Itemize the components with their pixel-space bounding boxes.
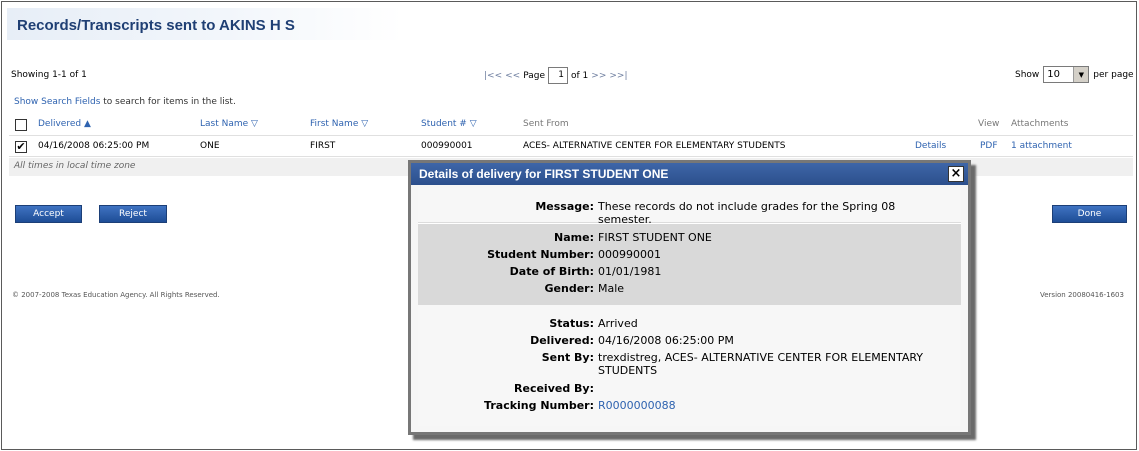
dialog-title: Details of delivery for FIRST STUDENT ON… bbox=[411, 163, 968, 185]
header-last-name[interactable]: Last Name ▽ bbox=[200, 119, 258, 129]
first-page-link[interactable]: |<< bbox=[484, 71, 502, 81]
message-value: These records do not include grades for … bbox=[598, 200, 896, 226]
page-title: Records/Transcripts sent to AKINS H S bbox=[17, 17, 295, 34]
timezone-note: All times in local time zone bbox=[14, 161, 136, 171]
student-number-label: Student Number: bbox=[487, 248, 594, 261]
per-page-label: per page bbox=[1093, 69, 1134, 80]
done-button[interactable]: Done bbox=[1052, 205, 1127, 223]
message-label: Message: bbox=[535, 200, 594, 213]
select-all-checkbox[interactable] bbox=[15, 119, 27, 131]
close-icon[interactable]: × bbox=[948, 166, 964, 182]
dob-row: Date of Birth: 01/01/1981 bbox=[418, 265, 961, 278]
showing-count: Showing 1-1 of 1 bbox=[11, 70, 87, 80]
delivered-label: Delivered: bbox=[530, 334, 594, 347]
header-view: View bbox=[978, 119, 1000, 129]
header-attachments: Attachments bbox=[1011, 119, 1069, 129]
reject-button[interactable]: Reject bbox=[99, 205, 167, 223]
student-section: Name: FIRST STUDENT ONE Student Number: … bbox=[418, 224, 961, 305]
cell-delivered: 04/16/2008 06:25:00 PM bbox=[38, 141, 150, 151]
received-by-value bbox=[598, 382, 961, 395]
chevron-down-icon[interactable]: ▼ bbox=[1073, 67, 1089, 82]
sent-by-value: trexdistreg, ACES- ALTERNATIVE CENTER FO… bbox=[598, 351, 924, 377]
gender-label: Gender: bbox=[544, 282, 594, 295]
cell-last-name: ONE bbox=[200, 141, 220, 151]
header-sent-from: Sent From bbox=[523, 119, 569, 129]
next-page-link[interactable]: >> bbox=[591, 71, 606, 81]
last-page-link[interactable]: >>| bbox=[609, 71, 627, 81]
dialog-body: Message: These records do not include gr… bbox=[418, 188, 961, 426]
name-row: Name: FIRST STUDENT ONE bbox=[418, 231, 961, 244]
header-delivered[interactable]: Delivered ▲ bbox=[38, 119, 91, 129]
delivery-section: Status: Arrived Delivered: 04/16/2008 06… bbox=[418, 305, 961, 426]
cell-student-number: 000990001 bbox=[421, 141, 473, 151]
sent-by-row: Sent By: trexdistreg, ACES- ALTERNATIVE … bbox=[418, 351, 961, 377]
header-first-name[interactable]: First Name ▽ bbox=[310, 119, 368, 129]
copyright: © 2007-2008 Texas Education Agency. All … bbox=[12, 291, 220, 299]
student-number-value: 000990001 bbox=[598, 248, 661, 261]
cell-sent-from: ACES- ALTERNATIVE CENTER FOR ELEMENTARY … bbox=[523, 141, 786, 151]
gender-value: Male bbox=[598, 282, 625, 295]
delivered-row: Delivered: 04/16/2008 06:25:00 PM bbox=[418, 334, 961, 347]
student-number-row: Student Number: 000990001 bbox=[418, 248, 961, 261]
sent-by-label: Sent By: bbox=[541, 351, 594, 364]
delivered-value: 04/16/2008 06:25:00 PM bbox=[598, 334, 734, 347]
cell-first-name: FIRST bbox=[310, 141, 336, 151]
status-row: Status: Arrived bbox=[418, 317, 961, 330]
tracking-number-link[interactable]: R0000000088 bbox=[598, 399, 961, 412]
accept-button[interactable]: Accept bbox=[15, 205, 82, 223]
message-section: Message: These records do not include gr… bbox=[418, 188, 961, 226]
delivery-details-dialog: Details of delivery for FIRST STUDENT ON… bbox=[408, 160, 971, 435]
pdf-link[interactable]: PDF bbox=[980, 141, 998, 151]
dob-label: Date of Birth: bbox=[509, 265, 594, 278]
row-checkbox[interactable]: ✔ bbox=[15, 141, 27, 153]
version: Version 20080416-1603 bbox=[1040, 291, 1124, 299]
page-label: Page bbox=[523, 70, 546, 81]
received-by-row: Received By: bbox=[418, 382, 961, 395]
page-of-label: of 1 bbox=[571, 70, 589, 81]
table-row: ✔ 04/16/2008 06:25:00 PM ONE FIRST 00099… bbox=[9, 137, 1133, 157]
dob-value: 01/01/1981 bbox=[598, 265, 662, 278]
status-label: Status: bbox=[549, 317, 594, 330]
search-hint: Show Search Fields to search for items i… bbox=[14, 97, 236, 107]
message-row: Message: These records do not include gr… bbox=[418, 200, 961, 226]
search-hint-text: to search for items in the list. bbox=[103, 97, 236, 107]
name-value: FIRST STUDENT ONE bbox=[598, 231, 712, 244]
pager: |<< << Page 1 of 1 >> >>| bbox=[484, 67, 628, 84]
tracking-label: Tracking Number: bbox=[484, 399, 594, 412]
attachment-link[interactable]: 1 attachment bbox=[1011, 141, 1072, 151]
tracking-row: Tracking Number: R0000000088 bbox=[418, 399, 961, 412]
prev-page-link[interactable]: << bbox=[505, 71, 520, 81]
per-page-value: 10 bbox=[1047, 69, 1061, 80]
details-link[interactable]: Details bbox=[915, 141, 946, 151]
received-by-label: Received By: bbox=[514, 382, 594, 395]
per-page-control: Show 10 ▼ per page bbox=[1015, 66, 1134, 83]
status-value: Arrived bbox=[598, 317, 638, 330]
name-label: Name: bbox=[554, 231, 594, 244]
show-label: Show bbox=[1015, 69, 1040, 80]
show-search-fields-link[interactable]: Show Search Fields bbox=[14, 97, 100, 107]
per-page-select[interactable]: 10 ▼ bbox=[1043, 66, 1090, 83]
table-header-row: Delivered ▲ Last Name ▽ First Name ▽ Stu… bbox=[9, 114, 1133, 136]
header-student-number[interactable]: Student # ▽ bbox=[421, 119, 477, 129]
gender-row: Gender: Male bbox=[418, 282, 961, 295]
page-number-input[interactable]: 1 bbox=[548, 67, 569, 84]
